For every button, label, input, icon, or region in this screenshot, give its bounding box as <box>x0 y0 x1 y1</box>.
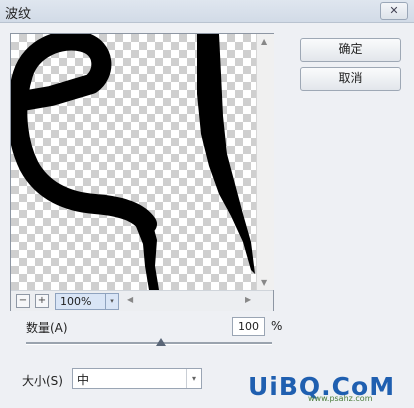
zoom-in-button[interactable]: + <box>35 294 49 308</box>
zoom-out-icon: − <box>18 295 28 306</box>
scroll-up-arrow-icon[interactable]: ▲ <box>261 37 267 46</box>
size-value: 中 <box>77 373 90 387</box>
preview-zoom-bar: − + 100% ▾ ◀ ▶ <box>11 290 273 311</box>
zoom-in-icon: + <box>37 295 47 306</box>
amount-slider-track[interactable] <box>26 342 272 345</box>
amount-unit: % <box>271 319 283 333</box>
watermark-sub: www.psahz.com <box>308 394 373 403</box>
size-select[interactable]: 中 ▾ <box>72 368 202 389</box>
filter-preview[interactable] <box>11 34 256 290</box>
cancel-button[interactable]: 取消 <box>300 67 401 91</box>
close-button[interactable]: ✕ <box>380 2 408 20</box>
chevron-down-icon[interactable]: ▾ <box>186 369 201 388</box>
zoom-value: 100% <box>60 295 92 308</box>
letter-l-stroke <box>197 34 255 274</box>
window-title: 波纹 <box>5 7 32 22</box>
letter-e-stroke <box>11 34 157 234</box>
ok-button[interactable]: 确定 <box>300 38 401 62</box>
zoom-level-select[interactable]: 100% ▾ <box>55 293 119 310</box>
scroll-left-arrow-icon[interactable]: ◀ <box>127 295 133 304</box>
scroll-right-arrow-icon[interactable]: ▶ <box>245 295 251 304</box>
scroll-down-arrow-icon[interactable]: ▼ <box>261 278 267 287</box>
preview-vertical-scrollbar[interactable]: ▲ ▼ <box>256 34 274 290</box>
watermark: UiBQ.CoM www.psahz.com <box>248 370 410 406</box>
title-bar: 波纹 ✕ <box>0 0 414 23</box>
preview-frame: ▲ ▼ − + 100% ▾ ◀ ▶ <box>10 33 274 311</box>
size-label: 大小(S) <box>22 374 63 388</box>
close-icon: ✕ <box>389 4 399 17</box>
preview-artwork <box>11 34 255 290</box>
amount-input[interactable]: 100 <box>232 317 265 336</box>
amount-label: 数量(A) <box>26 321 68 335</box>
amount-slider-thumb[interactable] <box>156 338 166 346</box>
zoom-out-button[interactable]: − <box>16 294 30 308</box>
chevron-down-icon[interactable]: ▾ <box>105 294 118 309</box>
